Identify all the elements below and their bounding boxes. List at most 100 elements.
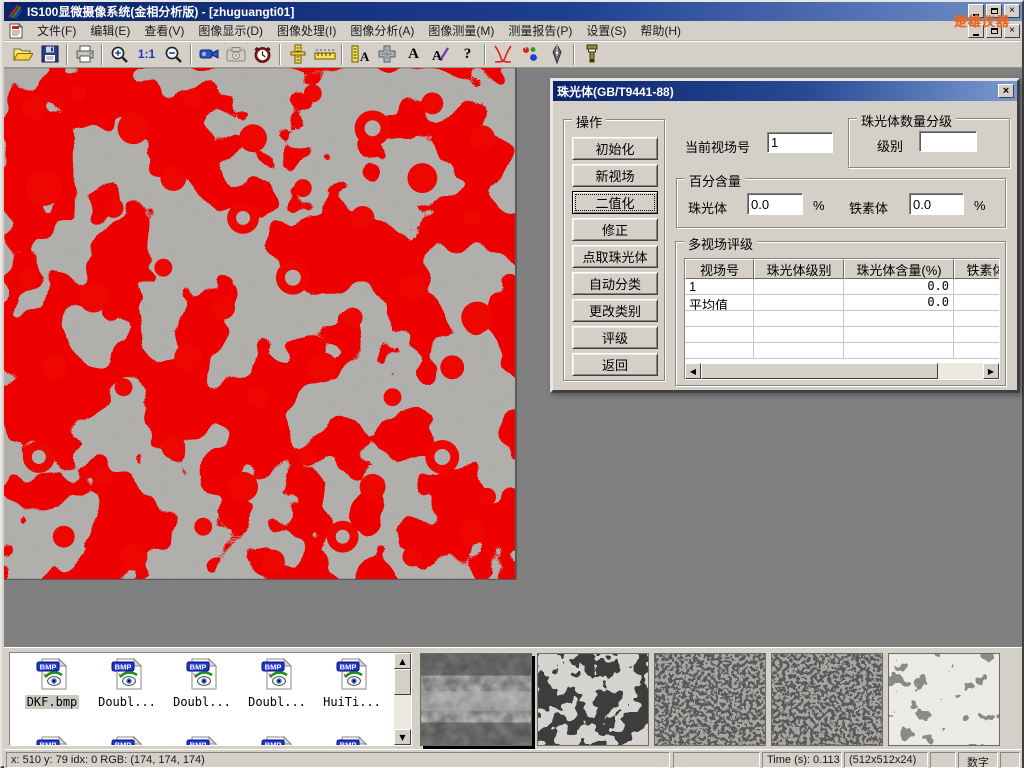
menu-help[interactable]: 帮助(H) [633, 20, 688, 41]
menu-view[interactable]: 查看(V) [137, 20, 191, 41]
level-input[interactable] [919, 131, 977, 152]
scroll-right-button[interactable]: ▶ [983, 363, 999, 379]
menu-image-analysis[interactable]: 图像分析(A) [343, 20, 421, 41]
pen-nib-icon [550, 44, 564, 64]
scrollbar-thumb[interactable] [701, 363, 938, 379]
scroll-left-button[interactable]: ◀ [685, 363, 701, 379]
scrollbar-thumb[interactable] [394, 669, 411, 695]
col-pearlite-content[interactable]: 珠光体含量(%) [844, 259, 954, 279]
file-item[interactable]: DKF.bmp [16, 657, 88, 709]
zoom-in-button[interactable] [106, 42, 133, 66]
file-name: Doubl... [96, 695, 158, 709]
status-empty-3 [1000, 752, 1020, 768]
file-name: Doubl... [171, 695, 233, 709]
curve-cross-icon [493, 44, 513, 64]
timer-button[interactable] [249, 42, 276, 66]
video-capture-button[interactable] [195, 42, 222, 66]
menu-measure-report[interactable]: 测量报告(P) [501, 20, 579, 41]
zoom-out-button[interactable] [160, 42, 187, 66]
binarize-button[interactable]: 二值化 [572, 191, 658, 214]
menu-image-processing[interactable]: 图像处理(I) [270, 20, 343, 41]
file-item[interactable] [16, 735, 88, 746]
level-label: 级别 [877, 136, 903, 155]
table-row[interactable]: 平均值 0.0 [685, 295, 999, 311]
change-class-button[interactable]: 更改类别 [572, 299, 658, 322]
current-field-input[interactable] [767, 132, 833, 153]
file-name: Doubl... [246, 695, 308, 709]
status-mode: 数字 [958, 752, 998, 768]
sample-thumbnail-5[interactable] [888, 653, 1000, 746]
flashlight-tool-button[interactable] [578, 42, 605, 66]
text-icon: A [408, 46, 419, 63]
ruler-button[interactable] [311, 42, 338, 66]
file-item[interactable] [241, 735, 313, 746]
help-button[interactable]: ? [454, 42, 481, 66]
pen-tool-button[interactable] [543, 42, 570, 66]
file-item[interactable] [166, 735, 238, 746]
pick-pearlite-button[interactable]: 点取珠光体 [572, 245, 658, 268]
flashlight-icon [585, 44, 599, 64]
sample-thumbnail-3[interactable] [654, 653, 766, 746]
scroll-down-icon: ▼ [399, 733, 405, 742]
svg-text:A: A [360, 49, 370, 64]
menu-image-measure[interactable]: 图像测量(M) [421, 20, 501, 41]
correct-button[interactable]: 修正 [572, 218, 658, 241]
measure-annotate-button[interactable]: A [346, 42, 373, 66]
open-button[interactable] [9, 42, 36, 66]
text-edit-button[interactable]: A [427, 42, 454, 66]
col-pearlite-grade[interactable]: 珠光体级别 [754, 259, 844, 279]
save-button[interactable] [36, 42, 63, 66]
caliper-button[interactable] [284, 42, 311, 66]
grade-button[interactable]: 评级 [572, 326, 658, 349]
toolbar-separator [573, 44, 575, 65]
sample-thumbnail-4[interactable] [771, 653, 883, 746]
actual-size-button[interactable]: 1:1 [133, 42, 160, 66]
text-annotate-button[interactable]: A [400, 42, 427, 66]
ferrite-percent-input[interactable] [909, 193, 964, 215]
file-item[interactable] [91, 735, 163, 746]
print-button[interactable] [71, 42, 98, 66]
return-button[interactable]: 返回 [572, 353, 658, 376]
file-item[interactable]: Doubl... [166, 657, 238, 709]
scroll-right-icon: ▶ [988, 367, 994, 376]
curve-tool-button[interactable] [489, 42, 516, 66]
col-ferrite-content[interactable]: 铁素体含量(%) [954, 259, 1000, 279]
ferrite-unit: % [974, 198, 986, 213]
sample-thumbnail-1[interactable] [420, 653, 532, 746]
particles-icon [521, 45, 539, 63]
camera-capture-button[interactable] [222, 42, 249, 66]
menu-image-display[interactable]: 图像显示(D) [191, 20, 270, 41]
table-row[interactable]: 1 0.0 [685, 279, 999, 295]
grade-group: 珠光体数量分级 级别 [848, 118, 1010, 168]
window-title: IS100显微摄像系统(金相分析版) - [zhuguangti01] [27, 3, 294, 20]
scroll-down-button[interactable]: ▼ [394, 729, 411, 745]
file-item[interactable]: HuiTi... [316, 657, 388, 709]
file-item[interactable]: Doubl... [241, 657, 313, 709]
menu-settings[interactable]: 设置(S) [579, 20, 633, 41]
toolbar-separator [484, 44, 486, 65]
sample-thumbnail-2[interactable] [537, 653, 649, 746]
multi-field-group-label: 多视场评级 [684, 234, 757, 253]
pearlite-percent-input[interactable] [747, 193, 803, 215]
dialog-close-button[interactable]: × [998, 84, 1014, 98]
document-icon[interactable] [8, 23, 24, 39]
image-merge-button[interactable] [373, 42, 400, 66]
menu-file[interactable]: 文件(F) [30, 20, 83, 41]
toolbar-separator [341, 44, 343, 65]
initialize-button[interactable]: 初始化 [572, 137, 658, 160]
menu-edit[interactable]: 编辑(E) [83, 20, 137, 41]
file-browser: DKF.bmp Doubl... Doubl... Doubl... HuiTi… [9, 652, 412, 746]
micrograph-image[interactable] [4, 68, 517, 580]
new-field-button[interactable]: 新视场 [572, 164, 658, 187]
col-field-number[interactable]: 视场号 [685, 259, 754, 279]
file-item[interactable] [316, 735, 388, 746]
particle-analysis-button[interactable] [516, 42, 543, 66]
auto-classify-button[interactable]: 自动分类 [572, 272, 658, 295]
table-horizontal-scrollbar[interactable]: ◀ ▶ [685, 363, 999, 379]
toolbar: 1:1 [4, 41, 1022, 68]
dialog-title-bar[interactable]: 珠光体(GB/T9441-88) × [553, 81, 1017, 101]
file-item[interactable]: Doubl... [91, 657, 163, 709]
scroll-up-button[interactable]: ▲ [394, 653, 411, 669]
scroll-left-icon: ◀ [690, 367, 696, 376]
file-browser-scrollbar[interactable]: ▲ ▼ [394, 653, 411, 745]
